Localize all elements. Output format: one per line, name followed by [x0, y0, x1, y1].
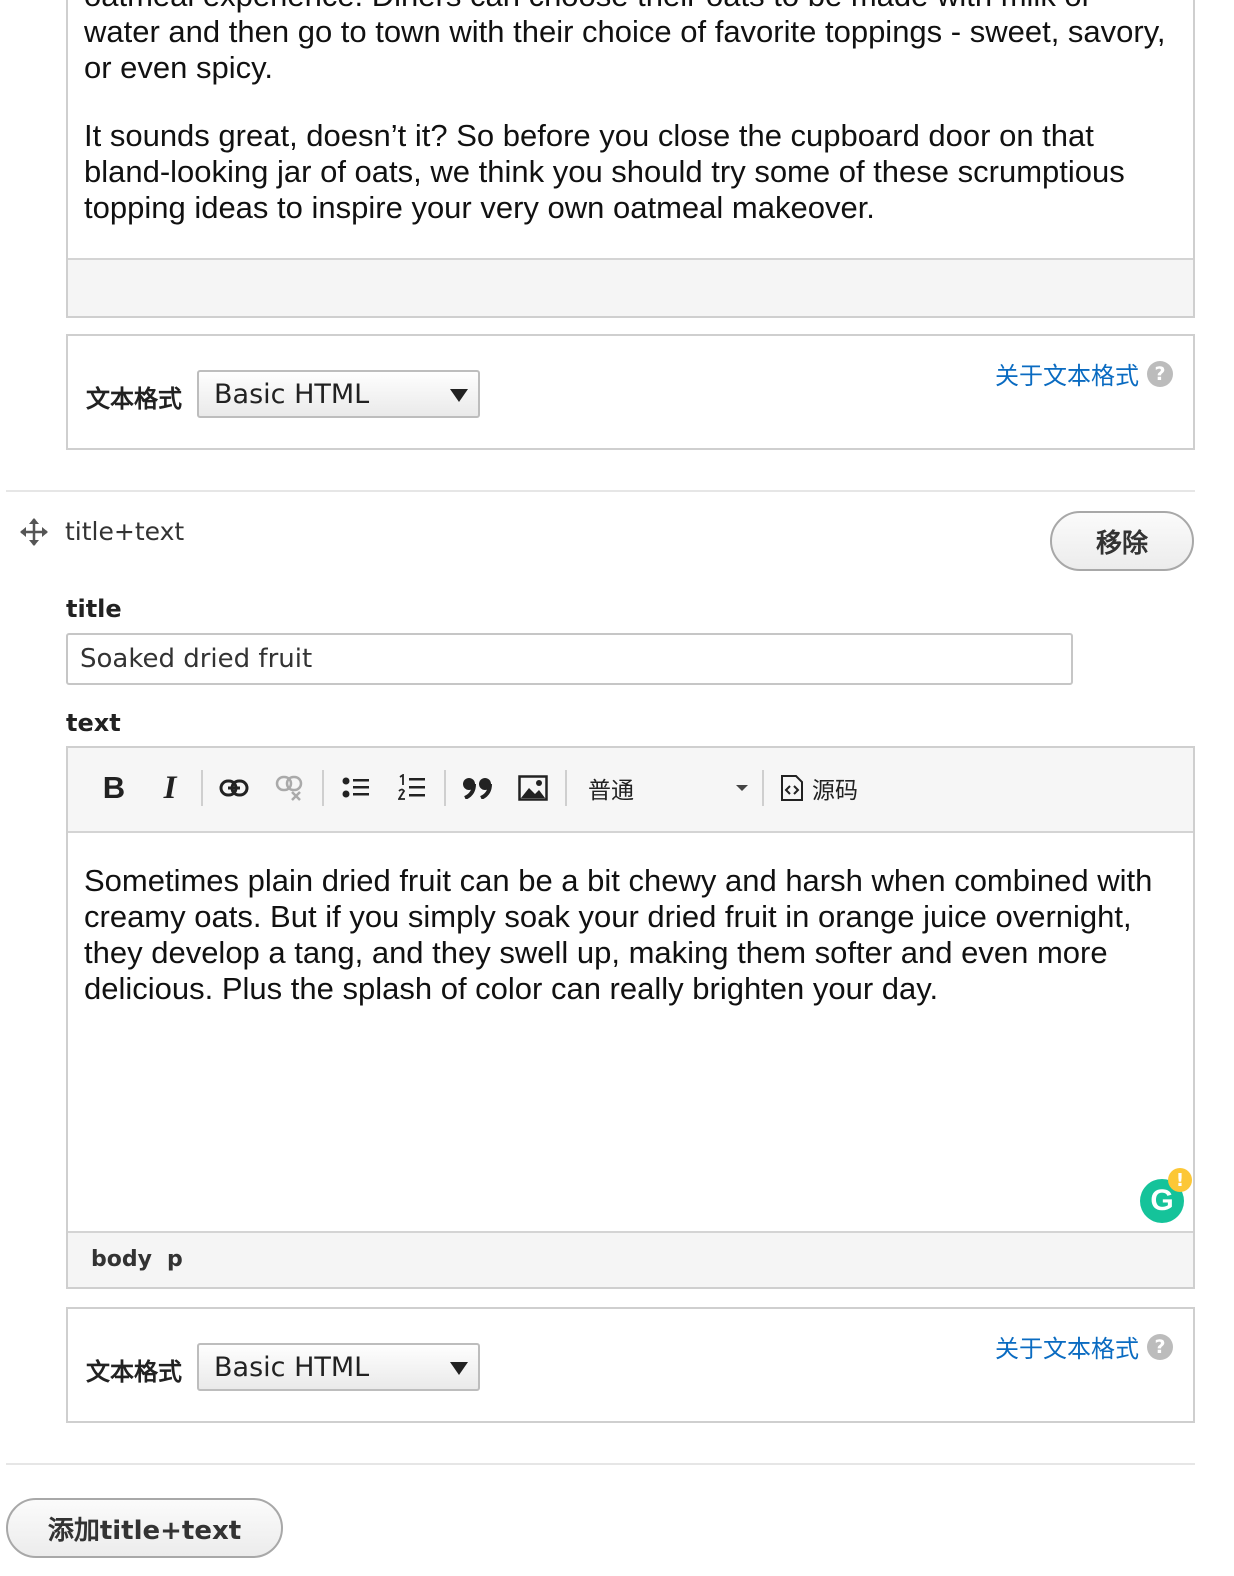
chevron-down-icon [450, 1362, 468, 1375]
about-text-formats-link[interactable]: 关于文本格式 ? [995, 1329, 1173, 1364]
remove-button-label: 移除 [1095, 528, 1148, 559]
toolbar-separator [444, 770, 446, 806]
chevron-down-icon [450, 389, 468, 402]
italic-button[interactable]: I [152, 768, 188, 808]
editor-previous-paragraph-1: water and then go to town with their cho… [84, 14, 1166, 85]
unlink-button[interactable] [272, 768, 308, 808]
paragraph-format-value: 普通 [588, 778, 634, 804]
section-divider [6, 490, 1195, 492]
bulleted-list-button[interactable] [338, 768, 374, 808]
help-icon: ? [1147, 1333, 1173, 1360]
text-field-label: text [66, 709, 121, 737]
title-input-value: Soaked dried fruit [80, 644, 313, 674]
bulleted-list-icon [342, 777, 369, 798]
editor-previous-body[interactable]: oatmeal experience. Diners can choose th… [66, 0, 1195, 318]
insert-image-button[interactable] [514, 768, 552, 808]
about-text-formats-label: 关于文本格式 [995, 1335, 1139, 1363]
numbered-list-icon [398, 774, 425, 800]
toolbar-separator [762, 770, 764, 806]
editor-previous-paragraph-2: It sounds great, doesn’t it? So before y… [84, 118, 1125, 225]
remove-button[interactable]: 移除 [1050, 511, 1194, 571]
grammarly-alert-icon: ! [1168, 1168, 1192, 1192]
text-format-label: 文本格式 [86, 385, 182, 413]
editor-previous-partial-line: oatmeal experience. Diners can choose th… [84, 0, 1174, 14]
link-button[interactable] [216, 768, 252, 808]
text-format-selected: Basic HTML [214, 1351, 370, 1383]
add-title-text-label: 添加title+text [47, 1515, 242, 1546]
image-icon [518, 775, 548, 801]
about-text-formats-link[interactable]: 关于文本格式 ? [995, 356, 1173, 391]
bold-button[interactable]: B [96, 768, 132, 808]
editor-previous-content[interactable]: oatmeal experience. Diners can choose th… [84, 0, 1174, 258]
drag-handle-icon[interactable] [18, 516, 50, 548]
text-format-box: 文本格式 Basic HTML 关于文本格式 ? [66, 1307, 1195, 1423]
title-input[interactable]: Soaked dried fruit [66, 633, 1073, 685]
toolbar-separator [565, 770, 567, 806]
source-code-icon [781, 775, 803, 801]
bold-icon: B [102, 770, 126, 805]
unlink-icon [275, 775, 303, 801]
grammarly-glyph: G [1150, 1184, 1174, 1217]
text-format-select[interactable]: Basic HTML [197, 1343, 480, 1391]
text-editor: B I 普通 源码 Sometimes plain dried fruit ca… [66, 746, 1195, 1289]
source-button[interactable]: 源码 [780, 768, 870, 808]
text-format-select[interactable]: Basic HTML [197, 370, 480, 418]
italic-icon: I [163, 769, 177, 806]
link-icon [219, 779, 249, 797]
source-button-label: 源码 [812, 778, 858, 804]
text-editor-content[interactable]: Sometimes plain dried fruit can be a bit… [84, 863, 1164, 1039]
caret-down-icon [736, 785, 748, 791]
element-path-p[interactable]: p [167, 1247, 183, 1272]
text-format-label: 文本格式 [86, 1358, 182, 1386]
text-format-selected: Basic HTML [214, 378, 370, 410]
editor-statusbar: body p [68, 1231, 1193, 1287]
about-text-formats-label: 关于文本格式 [995, 362, 1139, 390]
paragraph-format-dropdown[interactable]: 普通 [588, 768, 748, 808]
help-icon: ? [1147, 360, 1173, 387]
numbered-list-button[interactable] [394, 768, 430, 808]
title-field-label: title [66, 595, 122, 623]
toolbar-separator [322, 770, 324, 806]
quote-icon [463, 778, 492, 799]
text-format-box-previous: 文本格式 Basic HTML 关于文本格式 ? [66, 334, 1195, 450]
blockquote-button[interactable] [458, 768, 498, 808]
editor-previous-statusbar [68, 258, 1193, 316]
section-divider [6, 1463, 1195, 1465]
item-type-label: title+text [65, 517, 185, 546]
text-editor-paragraph: Sometimes plain dried fruit can be a bit… [84, 863, 1153, 1006]
element-path-body[interactable]: body [91, 1247, 152, 1272]
add-title-text-button[interactable]: 添加title+text [6, 1498, 283, 1558]
editor-toolbar: B I 普通 源码 [68, 748, 1193, 833]
toolbar-separator [201, 770, 203, 806]
